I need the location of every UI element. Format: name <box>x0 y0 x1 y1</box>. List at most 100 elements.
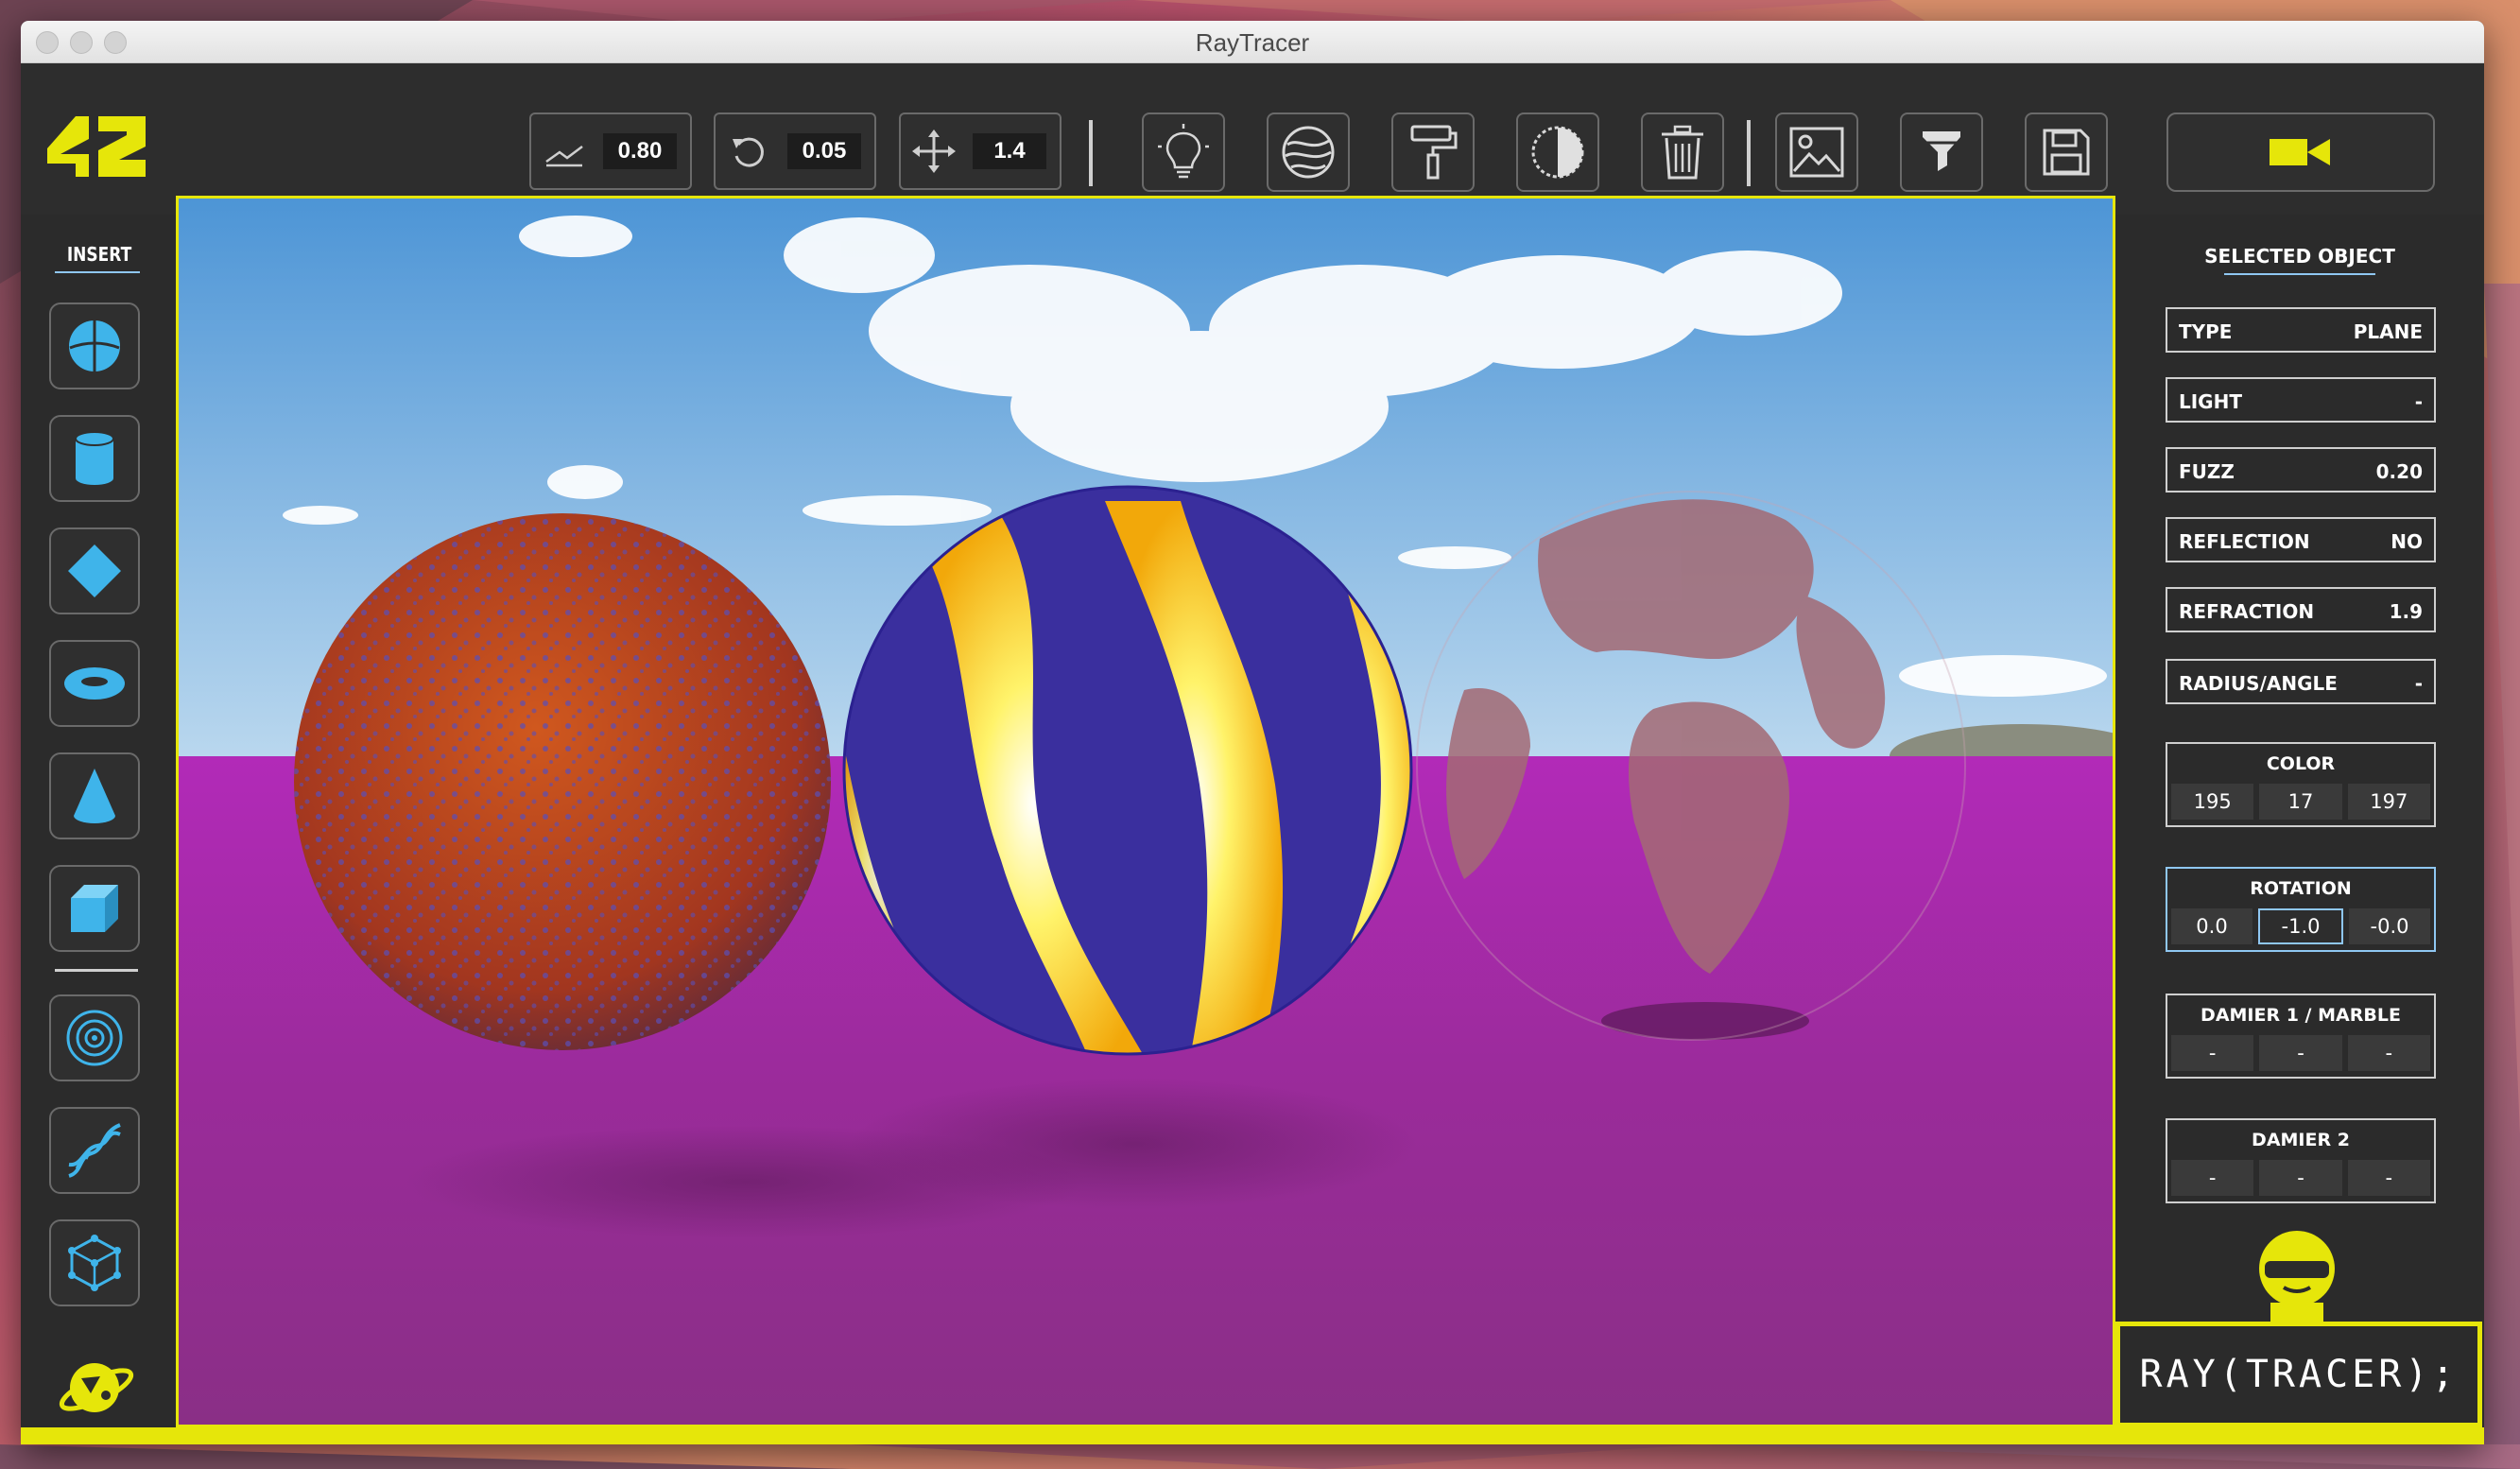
insert-underline <box>55 271 140 273</box>
marble-sphere-icon <box>1282 126 1335 179</box>
rotate-step-value[interactable]: 0.05 <box>787 133 861 169</box>
refraction-field[interactable]: REFRACTION 1.9 <box>2166 587 2436 632</box>
radius-angle-field[interactable]: RADIUS/ANGLE - <box>2166 659 2436 704</box>
color-label: COLOR <box>2266 753 2336 774</box>
lightbulb-icon <box>1158 124 1209 179</box>
brand-title: RAY(TRACER); <box>2115 1322 2482 1427</box>
move-icon <box>912 130 956 173</box>
image-icon <box>1789 127 1844 178</box>
insert-disk-button[interactable] <box>49 640 140 727</box>
color-r-field[interactable]: 195 <box>2171 784 2254 820</box>
damier2-c-field[interactable]: - <box>2347 1160 2430 1196</box>
rotation-label: ROTATION <box>2250 878 2352 899</box>
filter-button[interactable] <box>1900 112 1983 192</box>
type-field[interactable]: TYPE PLANE <box>2166 307 2436 353</box>
insert-helix-button[interactable] <box>49 1107 140 1194</box>
rotate-step-control[interactable]: 0.05 <box>714 112 876 190</box>
video-camera-icon <box>2270 139 2330 165</box>
sphere-icon <box>69 320 120 372</box>
wireframe-cube-icon <box>68 1235 121 1291</box>
light-label: LIGHT <box>2179 390 2242 413</box>
damier1-label: DAMIER 1 / MARBLE <box>2201 1005 2401 1026</box>
diamond-icon <box>68 544 121 597</box>
cone-icon <box>74 769 115 823</box>
cylinder-icon <box>75 431 114 485</box>
rotation-z-field[interactable]: -0.0 <box>2349 908 2430 944</box>
insert-cylinder-button[interactable] <box>49 415 140 502</box>
mascot-logo <box>2259 1231 2335 1322</box>
title-bar: RayTracer <box>21 21 2484 63</box>
app-window: RayTracer 0.80 0.05 1.4 INSERT SELECTED … <box>21 21 2484 1444</box>
selected-object-underline <box>2224 273 2375 275</box>
radius-angle-label: RADIUS/ANGLE <box>2179 672 2338 695</box>
damier1-group: DAMIER 1 / MARBLE - - - <box>2166 994 2436 1079</box>
texture-button[interactable] <box>1267 112 1350 192</box>
insert-heading: INSERT <box>66 243 132 266</box>
trash-icon <box>1662 125 1703 180</box>
type-label: TYPE <box>2179 320 2233 343</box>
render-viewport[interactable] <box>176 196 2115 1427</box>
torus-icon <box>64 667 125 700</box>
move-step-value[interactable]: 1.4 <box>973 133 1046 169</box>
color-group: COLOR 195 17 197 <box>2166 742 2436 827</box>
insert-cube-button[interactable] <box>49 865 140 952</box>
background-image-button[interactable] <box>1775 112 1858 192</box>
toolbar-divider <box>1089 120 1093 186</box>
refraction-value[interactable]: 1.9 <box>2390 600 2423 623</box>
planet-logo[interactable] <box>57 1352 136 1424</box>
save-button[interactable] <box>2025 112 2108 192</box>
damier1-b-field[interactable]: - <box>2259 1035 2342 1071</box>
insert-sidebar: INSERT <box>21 215 176 1443</box>
fuzz-step-control[interactable]: 0.80 <box>529 112 692 190</box>
reflection-value[interactable]: NO <box>2391 530 2423 553</box>
insert-cone-button[interactable] <box>49 752 140 839</box>
window-title: RayTracer <box>1195 28 1310 57</box>
filter-icon <box>1923 131 1960 171</box>
radius-angle-value[interactable]: - <box>2415 672 2423 695</box>
damier2-b-field[interactable]: - <box>2259 1160 2342 1196</box>
light-value[interactable]: - <box>2415 390 2423 413</box>
damier1-c-field[interactable]: - <box>2347 1035 2430 1071</box>
rotation-y-field[interactable]: -1.0 <box>2258 908 2343 944</box>
delete-button[interactable] <box>1641 112 1724 192</box>
insert-torus-button[interactable] <box>49 994 140 1081</box>
fuzz-step-value[interactable]: 0.80 <box>603 133 677 169</box>
reflection-label: REFLECTION <box>2179 530 2310 553</box>
reflection-field[interactable]: REFLECTION NO <box>2166 517 2436 562</box>
paint-roller-icon <box>1410 125 1458 180</box>
contrast-button[interactable] <box>1516 112 1599 192</box>
damier2-label: DAMIER 2 <box>2252 1130 2350 1150</box>
selected-object-heading: SELECTED OBJECT <box>2204 245 2395 268</box>
brand-text: RAY(TRACER); <box>2139 1353 2459 1396</box>
light-field[interactable]: LIGHT - <box>2166 377 2436 423</box>
damier2-group: DAMIER 2 - - - <box>2166 1118 2436 1203</box>
color-b-field[interactable]: 197 <box>2347 784 2430 820</box>
fuzz-value[interactable]: 0.20 <box>2376 460 2423 483</box>
light-button[interactable] <box>1142 112 1225 192</box>
paint-button[interactable] <box>1391 112 1475 192</box>
fuzz-field[interactable]: FUZZ 0.20 <box>2166 447 2436 493</box>
type-value[interactable]: PLANE <box>2354 320 2423 343</box>
insert-sphere-button[interactable] <box>49 302 140 389</box>
move-step-control[interactable]: 1.4 <box>899 112 1062 190</box>
rendered-scene[interactable] <box>179 199 2113 1425</box>
rotation-group: ROTATION 0.0 -1.0 -0.0 <box>2166 867 2436 952</box>
floppy-disk-icon <box>2043 129 2090 176</box>
rings-icon <box>66 1010 123 1066</box>
fuzz-icon <box>545 146 583 167</box>
insert-mesh-button[interactable] <box>49 1219 140 1306</box>
rotate-icon <box>733 137 764 167</box>
bottom-accent-bar <box>21 1427 2484 1444</box>
color-g-field[interactable]: 17 <box>2259 784 2342 820</box>
camera-button[interactable] <box>2166 112 2435 192</box>
rotation-x-field[interactable]: 0.0 <box>2171 908 2252 944</box>
logo-42 <box>47 116 146 177</box>
damier1-a-field[interactable]: - <box>2171 1035 2254 1071</box>
toolbar-divider-2 <box>1747 120 1751 186</box>
insert-plane-button[interactable] <box>49 527 140 614</box>
toolbar: 0.80 0.05 1.4 <box>21 63 2484 215</box>
dna-helix-icon <box>68 1123 121 1178</box>
damier2-a-field[interactable]: - <box>2171 1160 2254 1196</box>
refraction-label: REFRACTION <box>2179 600 2315 623</box>
cube-icon <box>71 885 118 932</box>
